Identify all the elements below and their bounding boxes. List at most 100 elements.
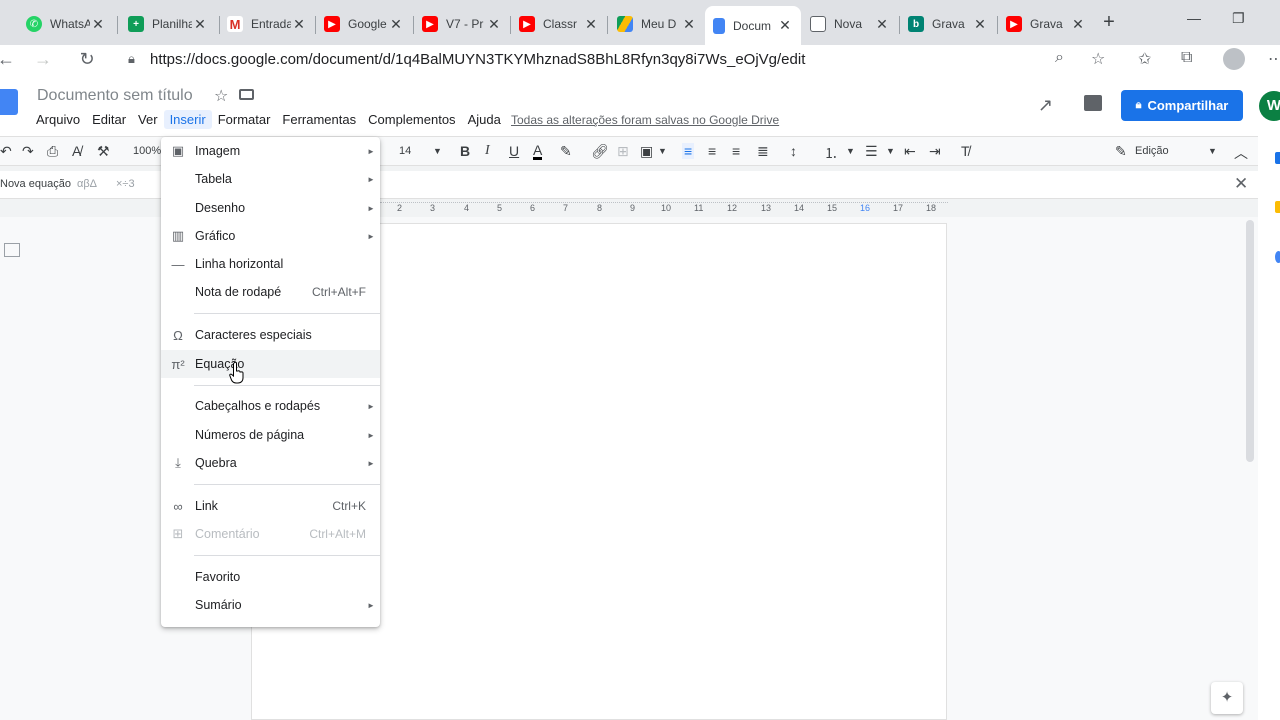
browser-tab-youtube-grava[interactable]: ▶ Grava ✕ <box>998 8 1094 40</box>
add-comment-icon[interactable]: ⊞ <box>617 143 629 160</box>
chevron-down-icon[interactable]: ▼ <box>433 146 442 156</box>
new-tab-plus-icon[interactable]: + <box>1098 12 1120 34</box>
star-icon[interactable]: ☆ <box>214 86 228 106</box>
close-icon[interactable]: ✕ <box>291 16 307 33</box>
activity-trend-icon[interactable]: ↗ <box>1038 95 1053 116</box>
align-left-icon[interactable]: ≡ <box>682 143 695 159</box>
menu-ferramentas[interactable]: Ferramentas <box>276 110 362 129</box>
menu-item-comentario[interactable]: ⊞ Comentário Ctrl+Alt+M <box>161 520 380 548</box>
align-center-icon[interactable]: ≡ <box>708 143 716 159</box>
chevron-down-icon[interactable]: ▼ <box>886 146 895 156</box>
align-right-icon[interactable]: ≡ <box>732 143 740 159</box>
font-size-select[interactable]: 14 <box>399 145 411 157</box>
menu-item-desenho[interactable]: Desenho ► <box>161 194 380 222</box>
browser-tab-sheets[interactable]: + Planilha ✕ <box>120 8 216 40</box>
menu-inserir[interactable]: Inserir <box>163 110 212 129</box>
browser-tab-new-tab[interactable]: Nova ✕ <box>802 8 898 40</box>
comments-icon[interactable] <box>1084 95 1102 111</box>
forward-arrow-icon[interactable]: → <box>31 47 55 71</box>
menu-ver[interactable]: Ver <box>132 110 164 129</box>
ruler[interactable]: 2 3 4 5 6 7 8 9 10 11 12 13 14 15 16 17 … <box>380 201 948 217</box>
zoom-select[interactable]: 100% <box>133 145 161 157</box>
collections-icon[interactable]: ⧉ <box>1181 49 1192 67</box>
menu-item-linha-horizontal[interactable]: — Linha horizontal <box>161 250 380 278</box>
share-button[interactable]: 🔒︎ Compartilhar <box>1121 90 1243 121</box>
editing-mode-select[interactable]: Edição <box>1135 145 1169 157</box>
close-icon[interactable]: ✕ <box>681 16 697 33</box>
collapse-chevron-up-icon[interactable]: ︿ <box>1234 143 1248 163</box>
menu-item-quebra[interactable]: ⤓ Quebra ► <box>161 449 380 477</box>
spellcheck-icon[interactable]: A̸ <box>72 143 81 159</box>
menu-item-equacao[interactable]: π² Equação <box>161 350 380 378</box>
close-icon[interactable]: ✕ <box>90 16 106 33</box>
explore-icon[interactable]: ✦ <box>1211 682 1243 714</box>
address-bar[interactable]: 🔒︎ https://docs.google.com/document/d/1q… <box>112 45 1122 73</box>
document-title[interactable]: Documento sem título <box>37 87 193 105</box>
menu-item-nota-de-rodape[interactable]: Nota de rodapé Ctrl+Alt+F <box>161 278 380 306</box>
menu-item-cabecalhos-e-rodapes[interactable]: Cabeçalhos e rodapés ► <box>161 392 380 420</box>
star-bookmark-icon[interactable]: ☆ <box>1091 49 1105 69</box>
redo-icon[interactable]: ↷ <box>22 143 34 160</box>
calendar-icon[interactable] <box>1275 152 1280 164</box>
menu-complementos[interactable]: Complementos <box>362 110 461 129</box>
menu-item-sumario[interactable]: Sumário ► <box>161 591 380 619</box>
print-icon[interactable]: ⎙ <box>47 143 58 160</box>
reload-icon[interactable]: ↻ <box>75 47 99 71</box>
menu-item-caracteres-especiais[interactable]: Ω Caracteres especiais <box>161 321 380 349</box>
menu-item-imagem[interactable]: ▣ Imagem ► <box>161 137 380 165</box>
chevron-down-icon[interactable]: ▼ <box>1208 146 1217 156</box>
align-justify-icon[interactable]: ≣ <box>757 143 769 160</box>
save-status-link[interactable]: Todas as alterações foram salvas no Goog… <box>511 113 779 127</box>
docs-logo-icon[interactable] <box>0 89 18 115</box>
browser-tab-youtube-google[interactable]: ▶ Google ✕ <box>316 8 412 40</box>
close-icon[interactable]: ✕ <box>777 17 793 34</box>
menu-editar[interactable]: Editar <box>86 110 132 129</box>
operations-menu[interactable]: ×÷3 <box>116 178 135 190</box>
bulleted-list-icon[interactable]: ☰ <box>865 143 878 160</box>
italic-icon[interactable]: I <box>485 143 490 159</box>
new-equation-button[interactable]: Nova equação <box>0 178 71 190</box>
menu-item-tabela[interactable]: Tabela ► <box>161 165 380 193</box>
paint-format-icon[interactable]: ⚒ <box>97 143 110 160</box>
chevron-down-icon[interactable]: ▼ <box>846 146 855 156</box>
profile-avatar-icon[interactable] <box>1223 48 1245 70</box>
document-outline-icon[interactable] <box>4 243 20 257</box>
clear-formatting-icon[interactable]: T̸ <box>961 143 970 159</box>
back-arrow-icon[interactable]: ← <box>0 47 18 71</box>
browser-tab-docs-active[interactable]: Docum ✕ <box>705 6 801 45</box>
browser-tab-whatsapp[interactable]: ✆ WhatsApp ✕ <box>18 8 114 40</box>
favorites-list-icon[interactable]: ✩ <box>1138 49 1151 69</box>
menu-item-favorito[interactable]: Favorito <box>161 563 380 591</box>
browser-tab-drive[interactable]: Meu D ✕ <box>609 8 705 40</box>
move-to-folder-icon[interactable] <box>239 89 254 100</box>
browser-tab-gmail[interactable]: M Entrada ✕ <box>219 8 315 40</box>
undo-icon[interactable]: ↶ <box>0 143 12 160</box>
keep-icon[interactable] <box>1275 201 1280 213</box>
more-menu-icon[interactable]: ⋯ <box>1268 49 1280 69</box>
close-icon[interactable]: ✕ <box>1234 174 1248 194</box>
browser-tab-bing[interactable]: b Grava ✕ <box>900 8 996 40</box>
vertical-scrollbar[interactable] <box>1246 220 1254 462</box>
close-icon[interactable]: ✕ <box>972 16 988 33</box>
menu-item-numeros-de-pagina[interactable]: Números de página ► <box>161 421 380 449</box>
underline-icon[interactable]: U <box>509 143 519 159</box>
bold-icon[interactable]: B <box>460 143 470 159</box>
chevron-down-icon[interactable]: ▼ <box>658 146 667 156</box>
line-spacing-icon[interactable]: ↕ <box>790 143 797 159</box>
menu-formatar[interactable]: Formatar <box>212 110 277 129</box>
decrease-indent-icon[interactable]: ⇤ <box>904 143 916 160</box>
insert-image-icon[interactable]: ▣ <box>640 143 653 160</box>
greek-letters-menu[interactable]: αβΔ <box>77 178 97 190</box>
browser-tab-youtube-classroom[interactable]: ▶ Classr ✕ <box>511 8 607 40</box>
url-text[interactable]: https://docs.google.com/document/d/1q4Ba… <box>150 51 805 68</box>
minimize-icon[interactable]: — <box>1187 10 1201 26</box>
text-color-icon[interactable]: A <box>533 143 543 160</box>
menu-ajuda[interactable]: Ajuda <box>462 110 507 129</box>
close-icon[interactable]: ✕ <box>192 16 208 33</box>
close-icon[interactable]: ✕ <box>583 16 599 33</box>
avatar[interactable]: W <box>1259 91 1280 121</box>
menu-item-grafico[interactable]: ▥ Gráfico ► <box>161 222 380 250</box>
highlight-icon[interactable]: ✎ <box>560 143 572 160</box>
menu-arquivo[interactable]: Arquivo <box>30 110 86 129</box>
close-icon[interactable]: ✕ <box>874 16 890 33</box>
